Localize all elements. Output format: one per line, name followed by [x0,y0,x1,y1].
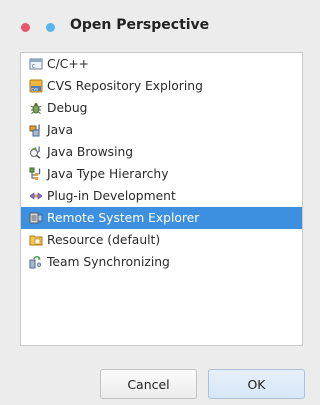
list-item-resource-default[interactable]: Resource (default) [21,229,302,251]
list-item-label: Team Synchronizing [47,255,170,269]
list-item-java[interactable]: J Java [21,119,302,141]
list-item-remote-system-explorer[interactable]: Remote System Explorer [21,207,302,229]
svg-text:J: J [37,146,40,153]
list-item-label: Resource (default) [47,233,161,247]
debug-bug-icon [29,101,43,115]
list-item-cpp[interactable]: C C/C++ [21,53,302,75]
minimize-window-button[interactable] [46,23,55,32]
java-perspective-icon: J [29,123,43,137]
close-window-button[interactable] [21,23,30,32]
cpp-perspective-icon: C [29,57,43,71]
list-item-label: Java [47,123,73,137]
plugin-development-icon [29,189,43,203]
team-synchronizing-icon: 0 [29,255,43,269]
ok-button[interactable]: OK [208,369,305,399]
list-item-label: Java Type Hierarchy [47,167,169,181]
type-hierarchy-icon: J [29,167,43,181]
cancel-button[interactable]: Cancel [100,369,197,399]
list-item-label: C/C++ [47,57,89,71]
list-item-java-type-hierarchy[interactable]: J Java Type Hierarchy [21,163,302,185]
perspective-list[interactable]: C C/C++ cvs CVS Repository Exploring Deb… [20,52,303,346]
svg-text:J: J [37,124,40,131]
list-item-java-browsing[interactable]: J Java Browsing [21,141,302,163]
list-item-cvs-repository-exploring[interactable]: cvs CVS Repository Exploring [21,75,302,97]
svg-text:cvs: cvs [31,86,38,91]
svg-text:C: C [32,64,36,70]
list-item-label: Java Browsing [47,145,134,159]
cvs-repository-icon: cvs [29,79,43,93]
list-item-plug-in-development[interactable]: Plug-in Development [21,185,302,207]
list-item-debug[interactable]: Debug [21,97,302,119]
list-item-label: Remote System Explorer [47,211,200,225]
list-item-label: Debug [47,101,88,115]
list-item-label: CVS Repository Exploring [47,79,203,93]
dialog-titlebar: Open Perspective [0,0,308,52]
svg-text:J: J [38,168,41,175]
remote-system-explorer-icon [29,211,43,225]
resource-folder-icon [29,233,43,247]
svg-text:0: 0 [37,262,41,269]
list-item-team-synchronizing[interactable]: 0 Team Synchronizing [21,251,302,273]
java-browsing-icon: J [29,145,43,159]
dialog-title: Open Perspective [70,17,210,33]
list-item-label: Plug-in Development [47,189,176,203]
